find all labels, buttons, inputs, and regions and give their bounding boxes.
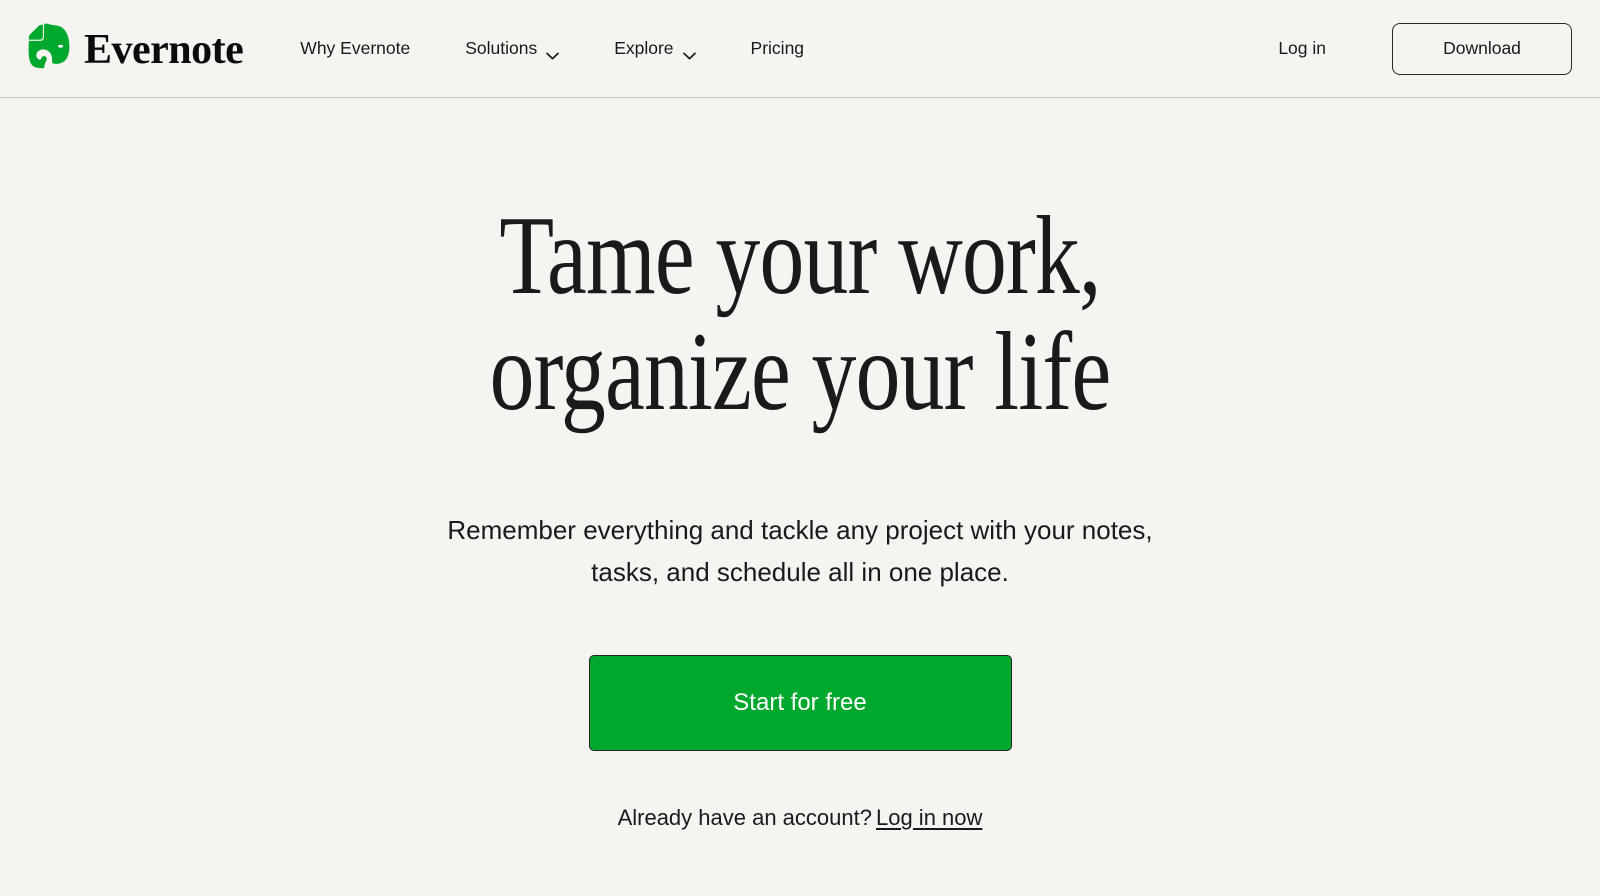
nav-label: Why Evernote bbox=[300, 37, 411, 58]
evernote-elephant-icon bbox=[26, 22, 72, 76]
nav-item-why-evernote[interactable]: Why Evernote bbox=[300, 30, 410, 68]
existing-account-prompt: Already have an account? Log in now bbox=[0, 807, 1600, 829]
brand-logo-link[interactable]: Evernote bbox=[26, 22, 244, 76]
hero-headline: Tame your work, organize your life bbox=[160, 198, 1440, 431]
hero-section: Tame your work, organize your life Remem… bbox=[0, 98, 1600, 829]
nav-item-solutions[interactable]: Solutions bbox=[465, 30, 560, 68]
header-actions: Log in Download bbox=[1278, 22, 1572, 75]
site-header: Evernote Why Evernote Solutions Explore … bbox=[0, 0, 1600, 98]
hero-subtitle-line-1: Remember everything and tackle any proje… bbox=[447, 514, 1153, 545]
hero-headline-line-1: Tame your work, bbox=[499, 194, 1101, 318]
log-in-now-link[interactable]: Log in now bbox=[876, 805, 982, 830]
nav-label: Explore bbox=[614, 37, 674, 58]
hero-headline-line-2: organize your life bbox=[489, 310, 1112, 435]
nav-label: Pricing bbox=[750, 37, 805, 58]
hero-subtitle: Remember everything and tackle any proje… bbox=[400, 509, 1200, 593]
start-for-free-button[interactable]: Start for free bbox=[588, 655, 1012, 752]
nav-item-pricing[interactable]: Pricing bbox=[751, 30, 805, 68]
chevron-down-icon bbox=[682, 46, 696, 59]
header-login-link[interactable]: Log in bbox=[1278, 39, 1326, 58]
nav-label: Solutions bbox=[465, 37, 538, 58]
main-navigation: Why Evernote Solutions Explore Pricing bbox=[300, 30, 804, 68]
download-button[interactable]: Download bbox=[1392, 22, 1572, 75]
hero-subtitle-line-2: tasks, and schedule all in one place. bbox=[591, 557, 1009, 588]
existing-account-text: Already have an account? bbox=[617, 805, 872, 831]
chevron-down-icon bbox=[546, 46, 560, 59]
cta-container: Start for free bbox=[0, 655, 1600, 752]
brand-wordmark: Evernote bbox=[84, 26, 244, 73]
nav-item-explore[interactable]: Explore bbox=[614, 30, 696, 68]
